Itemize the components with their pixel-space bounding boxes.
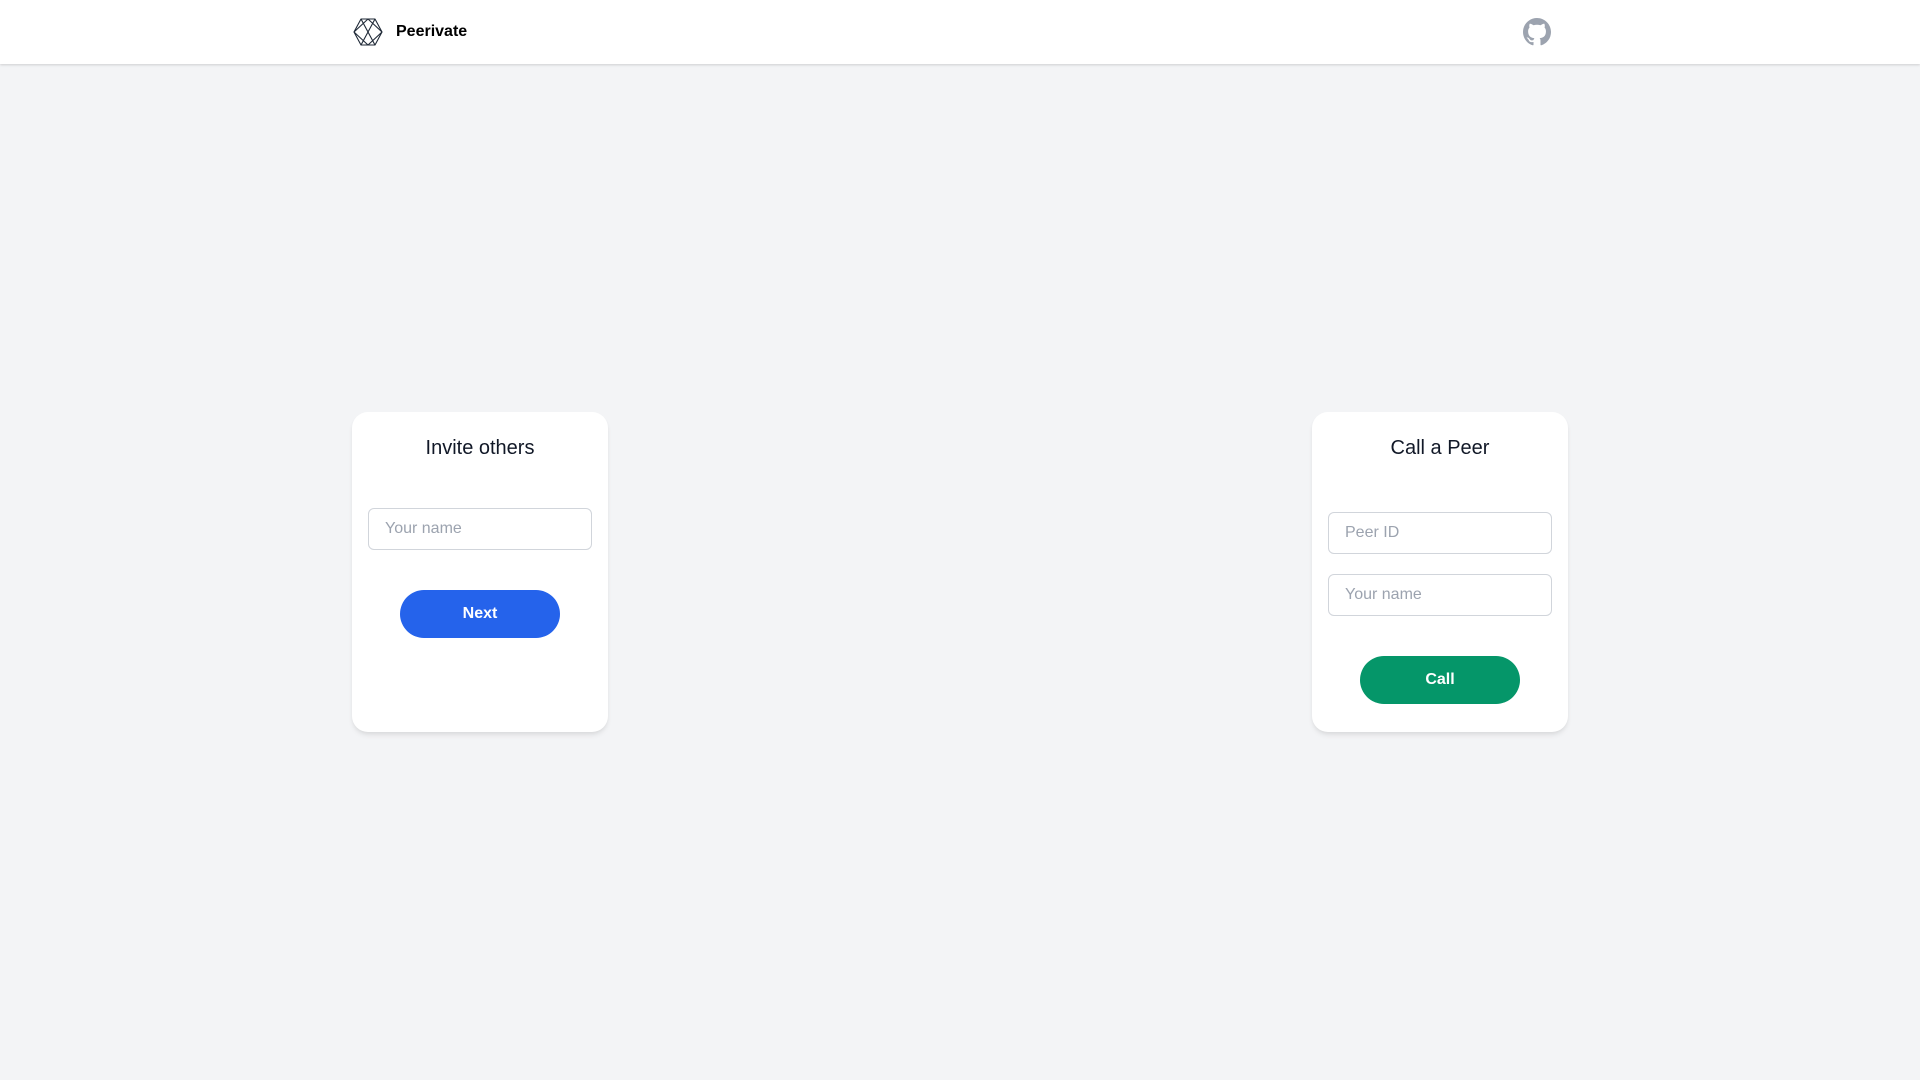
top-navbar: Peerivate <box>0 0 1920 64</box>
brand-name: Peerivate <box>396 23 468 40</box>
peer-id-input[interactable] <box>1328 512 1552 554</box>
invite-name-input[interactable] <box>368 508 592 550</box>
invite-others-card: Invite others Next <box>352 412 608 732</box>
call-button[interactable]: Call <box>1360 656 1520 704</box>
call-name-input[interactable] <box>1328 574 1552 616</box>
next-button[interactable]: Next <box>400 590 560 638</box>
github-link[interactable] <box>1523 18 1551 46</box>
brand[interactable]: Peerivate <box>352 16 467 48</box>
call-peer-card: Call a Peer Call <box>1312 412 1568 732</box>
call-card-title: Call a Peer <box>1390 437 1490 459</box>
invite-card-title: Invite others <box>425 437 535 459</box>
hexagon-logo-icon <box>352 16 384 48</box>
github-icon <box>1523 18 1551 46</box>
